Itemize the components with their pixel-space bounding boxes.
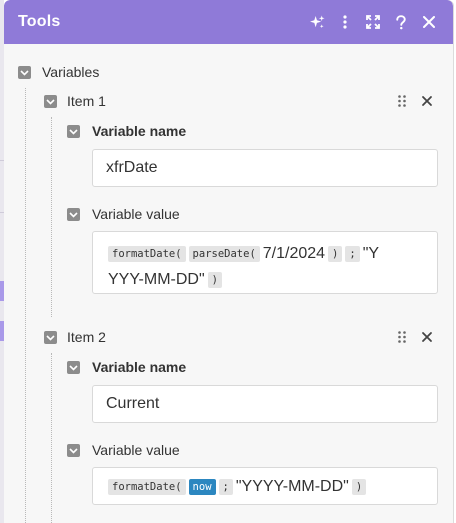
variable-value-input[interactable]: formatDate(now; "YYYY-MM-DD") (92, 467, 438, 505)
function-pill[interactable]: formatDate( (108, 479, 186, 495)
remove-item-2-icon[interactable] (421, 330, 435, 344)
item-2-name-checkbox[interactable] (67, 361, 80, 374)
keyword-pill[interactable]: now (188, 479, 216, 495)
variable-name-input[interactable]: xfrDate (92, 149, 438, 187)
item-2-guide-line (51, 353, 52, 523)
text-token: 7/1/2024 (262, 245, 326, 262)
drag-handle-icon[interactable] (395, 330, 409, 344)
close-icon[interactable] (415, 8, 443, 36)
item-1-guide-line (51, 117, 52, 317)
remove-item-1-icon[interactable] (421, 94, 435, 108)
item-1-value-checkbox[interactable] (67, 208, 80, 221)
bracket-pill[interactable]: ) (328, 246, 343, 262)
item-1-label: Item 1 (67, 93, 106, 109)
text-token: "Y (362, 245, 380, 262)
magic-sparkle-icon[interactable] (303, 8, 331, 36)
help-icon[interactable] (387, 8, 415, 36)
variable-value-label: Variable value (92, 442, 180, 458)
drag-handle-icon[interactable] (395, 94, 409, 108)
variable-value-label: Variable value (92, 206, 180, 222)
text-token: "YYYY-MM-DD" (235, 478, 349, 495)
panel-header: Tools (4, 0, 453, 44)
separator-pill[interactable]: ; (345, 246, 360, 262)
bracket-pill[interactable]: ) (207, 272, 222, 288)
variables-label: Variables (42, 64, 100, 80)
variable-name-label: Variable name (92, 123, 187, 139)
item-1-name-checkbox[interactable] (67, 125, 80, 138)
item-1-collapse-checkbox[interactable] (44, 95, 57, 108)
variable-name-value: xfrDate (106, 159, 158, 176)
tree-guide-line (25, 88, 26, 523)
bracket-pill[interactable]: ) (351, 479, 367, 495)
item-2-label: Item 2 (67, 329, 106, 345)
item-2-collapse-checkbox[interactable] (44, 331, 57, 344)
variables-collapse-checkbox[interactable] (18, 66, 31, 79)
variable-value-input[interactable]: formatDate(parseDate(7/1/2024); "Y YYY-MM-… (92, 231, 438, 294)
expand-icon[interactable] (359, 8, 387, 36)
item-2-value-checkbox[interactable] (67, 444, 80, 457)
variable-name-input[interactable]: Current (92, 385, 438, 423)
variable-name-label: Variable name (92, 359, 187, 375)
function-pill[interactable]: formatDate( (108, 246, 186, 262)
tools-panel: Tools Variables Item 1 Variable name xfr… (4, 0, 454, 523)
variable-name-value: Current (106, 395, 160, 412)
text-token: YYY-MM-DD" (108, 271, 205, 288)
function-pill[interactable]: parseDate( (188, 246, 260, 262)
panel-title: Tools (18, 13, 61, 30)
more-vertical-icon[interactable] (331, 8, 359, 36)
separator-pill[interactable]: ; (218, 479, 233, 495)
